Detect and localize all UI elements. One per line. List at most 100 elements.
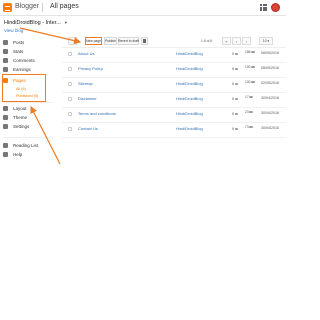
table-row[interactable]: Sitemap HindiDroidBlog 0 100 02/05/2016 xyxy=(62,78,286,93)
table-row[interactable]: Privacy Policy HindiDroidBlog 0 100 08/05/20… xyxy=(62,63,286,78)
view-count: 23 xyxy=(245,110,253,115)
comment-count: 0 xyxy=(232,96,239,101)
theme-icon xyxy=(3,114,8,120)
row-checkbox[interactable] xyxy=(68,82,72,86)
revert-to-draft-button[interactable]: Revert to draft xyxy=(118,37,139,45)
sidebar-item-label: Reading List xyxy=(13,142,39,148)
page-author[interactable]: HindiDroidBlog xyxy=(176,81,203,86)
page-date: 30/04/2016 xyxy=(261,96,279,100)
nav-divider xyxy=(3,137,53,138)
row-checkbox[interactable] xyxy=(68,67,72,71)
sidebar-item-stats[interactable]: Stats xyxy=(3,47,23,55)
page-title-link[interactable]: Privacy Policy xyxy=(78,66,103,71)
sidebar-item-label: Help xyxy=(13,151,23,157)
caret-down-icon: ▼ xyxy=(63,20,68,25)
comment-icon xyxy=(235,97,239,101)
view-count: 17 xyxy=(245,95,253,100)
page-author[interactable]: HindiDroidBlog xyxy=(176,126,203,131)
comment-icon xyxy=(235,127,239,131)
delete-button[interactable] xyxy=(141,37,148,45)
table-row[interactable]: Terms and conditions HindiDroidBlog 0 23 30/… xyxy=(62,108,286,123)
nav-divider xyxy=(3,102,53,103)
row-checkbox[interactable] xyxy=(68,97,72,101)
comment-count: 0 xyxy=(232,51,239,56)
view-count: 100 xyxy=(245,80,255,85)
comment-icon xyxy=(235,52,239,56)
sidebar-item-label: Theme xyxy=(13,114,28,120)
page-date: 08/05/2016 xyxy=(261,51,279,55)
brand-name[interactable]: Blogger xyxy=(15,3,39,10)
pages-highlight-box xyxy=(2,74,46,102)
table-row[interactable]: About Us HindiDroidBlog 0 186 08/05/2016 xyxy=(62,48,286,63)
view-count: 186 xyxy=(245,50,255,55)
blogger-logo-icon[interactable] xyxy=(3,3,12,12)
eye-icon xyxy=(251,51,255,54)
arrow-to-pages xyxy=(30,105,61,165)
sidebar-item-posts[interactable]: Posts xyxy=(3,38,24,46)
comment-count: 0 xyxy=(232,66,239,71)
apps-grid-icon[interactable] xyxy=(260,4,267,11)
comment-count: 0 xyxy=(232,81,239,86)
trash-icon xyxy=(143,39,146,43)
new-page-button[interactable]: New page xyxy=(85,37,102,45)
table-row[interactable]: Contact Us HindiDroidBlog 0 73 30/04/2016 xyxy=(62,123,286,138)
view-count: 73 xyxy=(245,125,253,130)
view-count: 100 xyxy=(245,65,255,70)
row-checkbox[interactable] xyxy=(68,52,72,56)
comment-count: 0 xyxy=(232,126,239,131)
sidebar-item-label: Layout xyxy=(13,105,27,111)
header-divider xyxy=(42,3,43,12)
sidebar-item-theme[interactable]: Theme xyxy=(3,113,27,121)
page-date: 02/05/2016 xyxy=(261,81,279,85)
page-date: 30/04/2016 xyxy=(261,126,279,130)
previous-page-button[interactable]: ‹ xyxy=(232,37,241,45)
stats-icon xyxy=(3,48,8,54)
row-checkbox[interactable] xyxy=(68,127,72,131)
layout-icon xyxy=(3,105,8,111)
comment-icon xyxy=(235,67,239,71)
eye-icon xyxy=(249,96,253,99)
sidebar-item-settings[interactable]: Settings xyxy=(3,122,29,130)
table-row[interactable]: Disclaimer HindiDroidBlog 0 17 30/04/2016 xyxy=(62,93,286,108)
sidebar-item-label: Stats xyxy=(13,48,24,54)
sidebar-item-label: Settings xyxy=(13,123,30,129)
page-author[interactable]: HindiDroidBlog xyxy=(176,51,203,56)
page-title-link[interactable]: Sitemap xyxy=(78,81,93,86)
publish-button[interactable]: Publish xyxy=(104,37,117,45)
view-blog-link[interactable]: View blog xyxy=(4,28,23,33)
sidebar-item-earnings[interactable]: Earnings xyxy=(3,65,31,73)
page-date: 08/05/2016 xyxy=(261,66,279,70)
sidebar-item-layout[interactable]: Layout xyxy=(3,104,27,112)
comment-icon xyxy=(235,112,239,116)
page-author[interactable]: HindiDroidBlog xyxy=(176,96,203,101)
pager-range: 1-6 of 6 xyxy=(201,39,213,43)
page-author[interactable]: HindiDroidBlog xyxy=(176,111,203,116)
top-bar: Blogger All pages xyxy=(0,0,286,16)
sidebar-item-label: Earnings xyxy=(13,66,31,72)
avatar[interactable] xyxy=(271,3,280,12)
help-icon xyxy=(3,151,8,157)
eye-icon xyxy=(251,66,255,69)
sidebar-item-comments[interactable]: Comments xyxy=(3,56,35,64)
select-all-checkbox[interactable] xyxy=(68,37,77,45)
page-title-link[interactable]: About Us xyxy=(78,51,94,56)
row-checkbox[interactable] xyxy=(68,112,72,116)
page-title: All pages xyxy=(50,3,79,10)
page-title-link[interactable]: Contact Us xyxy=(78,126,98,131)
page-date: 30/04/2016 xyxy=(261,111,279,115)
page-title-link[interactable]: Terms and conditions xyxy=(78,111,116,116)
per-page-select[interactable]: 10 ▾ xyxy=(259,37,273,45)
eye-icon xyxy=(251,81,255,84)
page-title-link[interactable]: Disclaimer xyxy=(78,96,97,101)
blog-selector[interactable]: HindiDroidBlog - Inter... ▼ xyxy=(4,20,68,26)
comment-count: 0 xyxy=(232,111,239,116)
first-page-button[interactable]: « xyxy=(222,37,231,45)
next-page-button[interactable]: › xyxy=(242,37,251,45)
sidebar-item-help[interactable]: Help xyxy=(3,150,22,158)
page-author[interactable]: HindiDroidBlog xyxy=(176,66,203,71)
sidebar-item-reading-list[interactable]: Reading List xyxy=(3,141,38,149)
eye-icon xyxy=(249,111,253,114)
reading-list-icon xyxy=(3,142,8,148)
eye-icon xyxy=(249,126,253,129)
sidebar-item-label: Comments xyxy=(13,57,35,63)
